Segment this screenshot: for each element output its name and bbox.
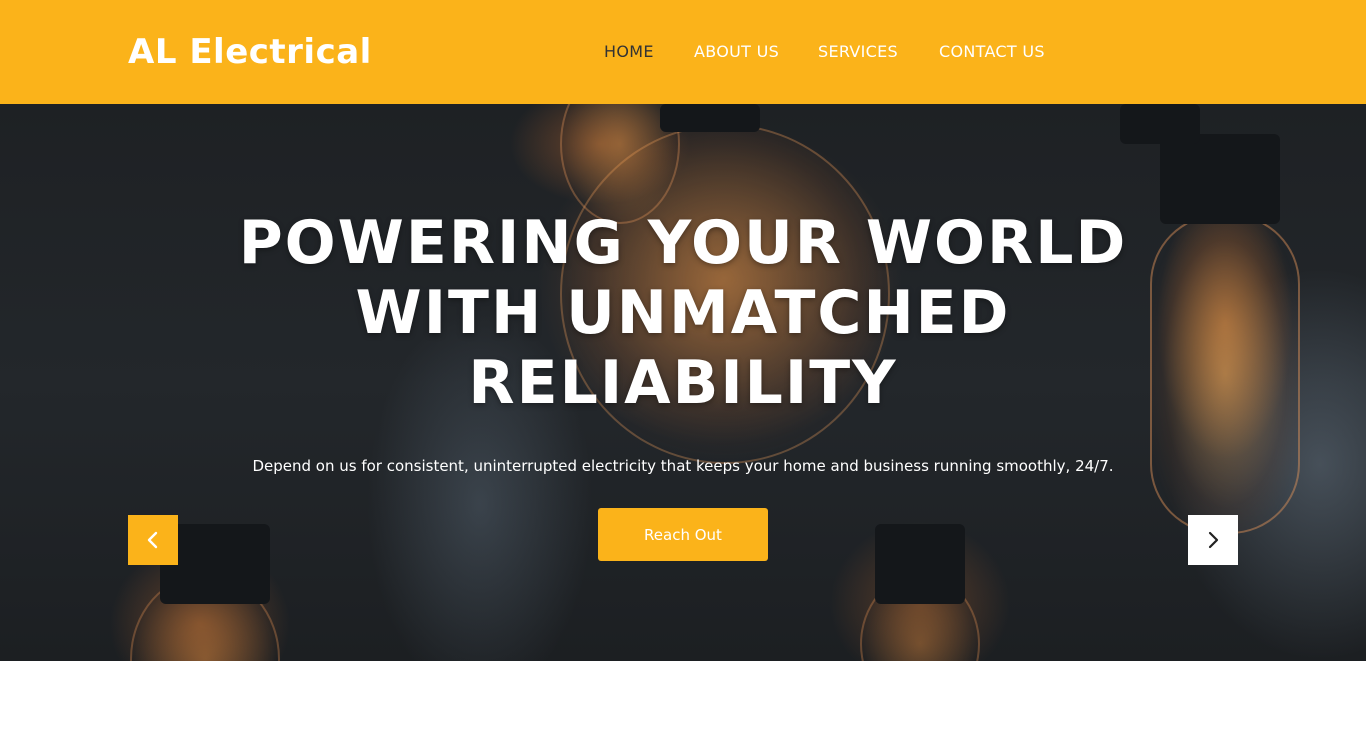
- brand-logo[interactable]: AL Electrical: [128, 30, 372, 74]
- nav-item-about-us[interactable]: ABOUT US: [694, 41, 779, 63]
- hero-subtitle: Depend on us for consistent, uninterrupt…: [252, 457, 1114, 475]
- site-header: AL Electrical HOME ABOUT US SERVICES CON…: [0, 0, 1366, 104]
- chevron-left-icon: [147, 531, 158, 549]
- nav-item-services[interactable]: SERVICES: [818, 41, 898, 63]
- content-section: [0, 661, 1366, 738]
- slider-next-button[interactable]: [1188, 515, 1238, 565]
- reach-out-button[interactable]: Reach Out: [598, 508, 768, 561]
- chevron-right-icon: [1208, 531, 1219, 549]
- hero-background-socket: [875, 524, 965, 604]
- nav-item-home[interactable]: HOME: [604, 41, 654, 63]
- hero-title-line: POWERING YOUR WORLD: [238, 208, 1128, 278]
- hero-title-line: WITH UNMATCHED: [355, 278, 1011, 348]
- hero-slider: POWERING YOUR WORLD WITH UNMATCHED RELIA…: [0, 104, 1366, 661]
- hero-background-socket: [660, 104, 760, 132]
- hero-title: POWERING YOUR WORLD WITH UNMATCHED RELIA…: [183, 208, 1183, 418]
- nav-item-contact-us[interactable]: CONTACT US: [939, 41, 1045, 63]
- slider-prev-button[interactable]: [128, 515, 178, 565]
- hero-title-line: RELIABILITY: [468, 348, 898, 418]
- hero-background-socket: [1120, 104, 1200, 144]
